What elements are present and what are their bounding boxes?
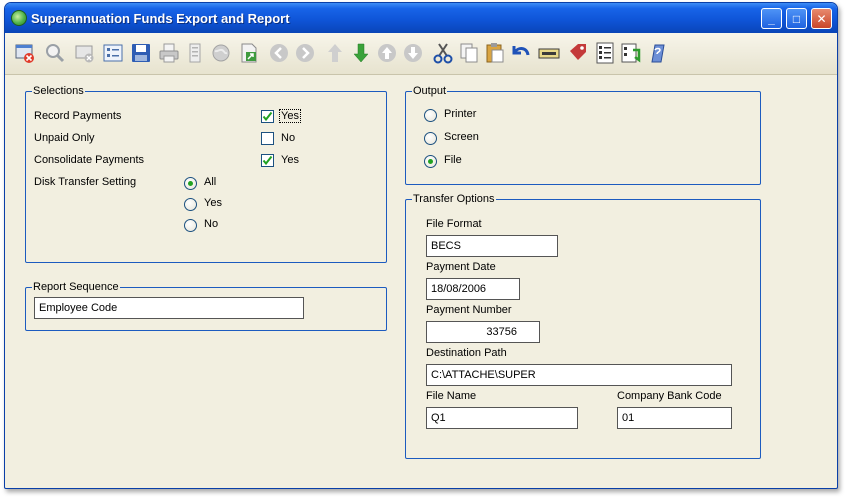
app-logo-icon [11, 10, 27, 26]
output-file-radio[interactable] [424, 155, 437, 168]
transfer-options-group: Transfer Options File Format BECS Paymen… [405, 193, 761, 459]
payment-date-label: Payment Date [426, 261, 496, 273]
refresh-list-icon[interactable] [619, 41, 643, 65]
search-icon[interactable] [43, 41, 67, 65]
close-button[interactable]: ✕ [811, 8, 832, 29]
cut-icon[interactable] [431, 41, 455, 65]
consolidate-payments-label: Consolidate Payments [34, 154, 145, 166]
toolbar [5, 33, 837, 75]
unpaid-only-checkbox[interactable] [261, 132, 274, 145]
list-icon[interactable] [593, 41, 617, 65]
next-icon[interactable] [293, 41, 317, 65]
record-payments-label: Record Payments [34, 110, 122, 122]
minimize-button[interactable]: _ [761, 8, 782, 29]
move-up-icon[interactable] [323, 41, 347, 65]
report-sequence-title: Report Sequence [32, 281, 120, 294]
main-window: Superannuation Funds Export and Report _… [4, 2, 838, 489]
output-title: Output [412, 85, 448, 98]
disk-transfer-all-radio[interactable] [184, 177, 197, 190]
globe-icon[interactable] [209, 41, 233, 65]
disk-transfer-no-radio[interactable] [184, 219, 197, 232]
unpaid-only-value: No [281, 132, 296, 144]
report-sequence-group: Report Sequence Employee Code [25, 281, 387, 331]
destination-path-label: Destination Path [426, 347, 507, 359]
output-screen-label: Screen [444, 131, 479, 143]
file-name-label: File Name [426, 390, 477, 402]
file-format-label: File Format [426, 218, 482, 230]
title-bar[interactable]: Superannuation Funds Export and Report _… [5, 3, 837, 33]
output-printer-label: Printer [444, 108, 477, 120]
disk-transfer-label: Disk Transfer Setting [34, 176, 137, 188]
payment-date-field[interactable]: 18/08/2006 [426, 278, 520, 300]
consolidate-payments-checkbox[interactable] [261, 154, 274, 167]
consolidate-payments-value: Yes [281, 154, 299, 166]
output-file-label: File [444, 154, 462, 166]
window-title: Superannuation Funds Export and Report [31, 11, 290, 26]
delete-record-icon[interactable] [73, 41, 97, 65]
unpaid-only-label: Unpaid Only [34, 132, 95, 144]
export-icon[interactable] [237, 41, 261, 65]
company-bank-code-field[interactable]: 01 [617, 407, 732, 429]
form-content: Selections Record Payments Yes Unpaid On… [5, 75, 837, 488]
company-bank-code-label: Company Bank Code [617, 390, 722, 402]
checkmark-icon [262, 155, 273, 166]
output-screen-radio[interactable] [424, 132, 437, 145]
payment-number-label: Payment Number [426, 304, 512, 316]
details-icon[interactable] [101, 41, 125, 65]
destination-path-field[interactable]: C:\ATTACHE\SUPER [426, 364, 732, 386]
report-sequence-field[interactable]: Employee Code [34, 297, 304, 319]
record-payments-checkbox[interactable] [261, 110, 274, 123]
transfer-options-title: Transfer Options [412, 193, 496, 206]
disk-transfer-no-label: No [204, 218, 219, 230]
output-printer-radio[interactable] [424, 109, 437, 122]
keyboard-icon[interactable] [537, 41, 561, 65]
payment-number-field[interactable]: 33756 [426, 321, 540, 343]
print-preview-icon[interactable] [183, 41, 207, 65]
previous-icon[interactable] [267, 41, 291, 65]
paste-icon[interactable] [483, 41, 507, 65]
maximize-button[interactable]: □ [786, 8, 807, 29]
disk-transfer-yes-label: Yes [204, 197, 222, 209]
save-icon[interactable] [129, 41, 153, 65]
tag-icon[interactable] [567, 41, 591, 65]
copy-icon[interactable] [457, 41, 481, 65]
disk-transfer-all-label: All [204, 176, 217, 188]
first-record-icon[interactable] [375, 41, 399, 65]
file-name-field[interactable]: Q1 [426, 407, 578, 429]
move-down-icon[interactable] [349, 41, 373, 65]
help-icon[interactable] [645, 41, 669, 65]
record-payments-value: Yes [279, 109, 301, 123]
close-form-icon[interactable] [13, 41, 37, 65]
disk-transfer-yes-radio[interactable] [184, 198, 197, 211]
checkmark-icon [262, 111, 273, 122]
selections-group: Selections Record Payments Yes Unpaid On… [25, 85, 387, 263]
file-format-field[interactable]: BECS [426, 235, 558, 257]
output-group: Output Printer Screen File [405, 85, 761, 185]
print-icon[interactable] [157, 41, 181, 65]
selections-title: Selections [32, 85, 85, 98]
undo-icon[interactable] [509, 41, 533, 65]
last-record-icon[interactable] [401, 41, 425, 65]
